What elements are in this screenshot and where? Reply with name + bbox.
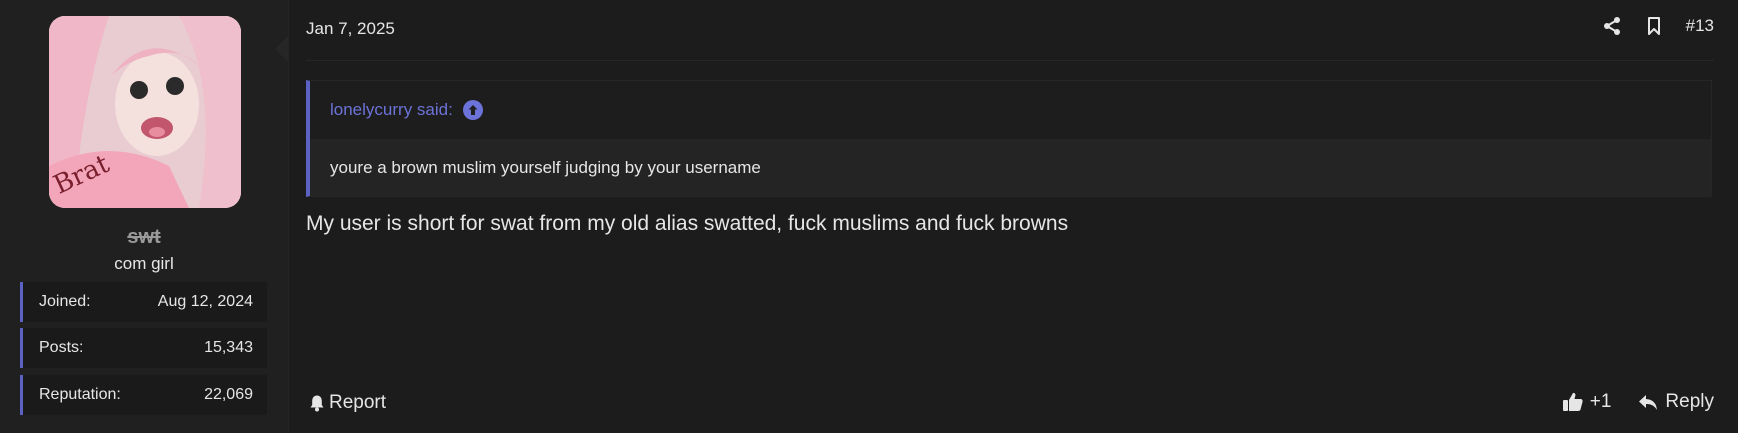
stat-label: Reputation:	[39, 386, 121, 403]
stat-value: 15,343	[204, 339, 253, 356]
user-sidebar: Brat swt com girl Joined: Aug 12, 2024 P…	[0, 0, 289, 433]
stat-label: Joined:	[39, 293, 91, 310]
stat-reputation: Reputation: 22,069	[20, 375, 267, 415]
avatar-image: Brat	[49, 16, 241, 208]
quote-block: lonelycurry said: youre a brown muslim y…	[306, 80, 1712, 197]
stat-value: 22,069	[204, 386, 253, 403]
quote-author-link[interactable]: lonelycurry said:	[330, 100, 453, 120]
report-label: Report	[329, 392, 387, 413]
user-avatar[interactable]: Brat	[49, 16, 241, 208]
stat-value: Aug 12, 2024	[157, 293, 253, 310]
reply-button[interactable]: Reply	[1637, 391, 1714, 413]
bookmark-icon[interactable]	[1644, 16, 1664, 36]
reply-label: Reply	[1665, 391, 1714, 412]
stat-joined: Joined: Aug 12, 2024	[20, 282, 267, 322]
header-divider	[306, 60, 1714, 61]
post-body: My user is short for swat from my old al…	[306, 212, 1069, 235]
stat-posts: Posts: 15,343	[20, 328, 267, 368]
like-button[interactable]: +1	[1562, 391, 1612, 413]
bell-icon	[310, 395, 324, 412]
quote-header: lonelycurry said:	[310, 81, 1711, 139]
post-date[interactable]: Jan 7, 2025	[306, 19, 395, 39]
post-top-actions: #13	[1602, 16, 1714, 36]
post-number-link[interactable]: #13	[1686, 16, 1714, 36]
report-button[interactable]: Report	[308, 392, 386, 414]
stat-label: Posts:	[39, 339, 84, 356]
post-bottom-actions: +1 Reply	[1562, 391, 1714, 413]
user-name[interactable]: swt	[0, 226, 288, 249]
quote-text: youre a brown muslim yourself judging by…	[310, 139, 1711, 196]
share-icon[interactable]	[1602, 16, 1622, 36]
user-title: com girl	[114, 254, 174, 273]
arrow-up-circle-icon[interactable]	[462, 100, 483, 120]
message-arrow	[275, 36, 288, 62]
reply-arrow-icon	[1639, 395, 1658, 410]
reaction-count: +1	[1589, 391, 1612, 412]
thumbs-up-icon	[1562, 392, 1583, 411]
